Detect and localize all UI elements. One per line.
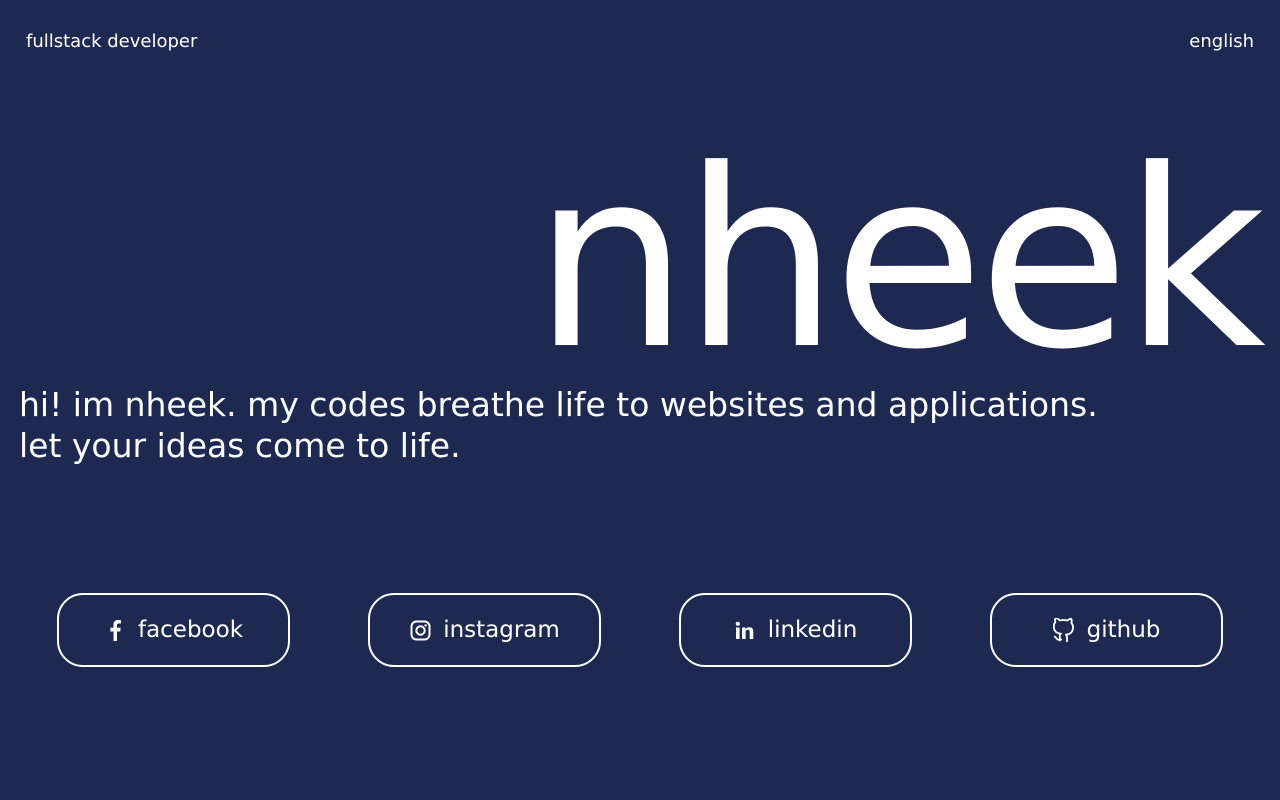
role-label: fullstack developer (26, 30, 198, 52)
facebook-label: facebook (137, 617, 244, 643)
instagram-icon (409, 619, 431, 641)
instagram-button[interactable]: instagram (368, 593, 601, 667)
linkedin-label: linkedin (767, 617, 858, 643)
github-button[interactable]: github (990, 593, 1223, 667)
language-selector[interactable]: english (1189, 31, 1254, 52)
social-links: facebook instagram linkedin github (57, 593, 1223, 667)
facebook-icon (104, 619, 126, 641)
hero-name: nheek (533, 118, 1266, 404)
linkedin-button[interactable]: linkedin (679, 593, 912, 667)
instagram-label: instagram (443, 617, 560, 643)
tagline-line-2: let your ideas come to life. (19, 426, 461, 465)
tagline-line-1: hi! im nheek. my codes breathe life to w… (19, 385, 1098, 424)
tagline: hi! im nheek. my codes breathe life to w… (19, 384, 1219, 466)
top-bar: fullstack developer english (26, 28, 1254, 54)
facebook-button[interactable]: facebook (57, 593, 290, 667)
github-label: github (1086, 617, 1161, 643)
github-icon (1052, 618, 1075, 642)
linkedin-icon (734, 619, 756, 641)
